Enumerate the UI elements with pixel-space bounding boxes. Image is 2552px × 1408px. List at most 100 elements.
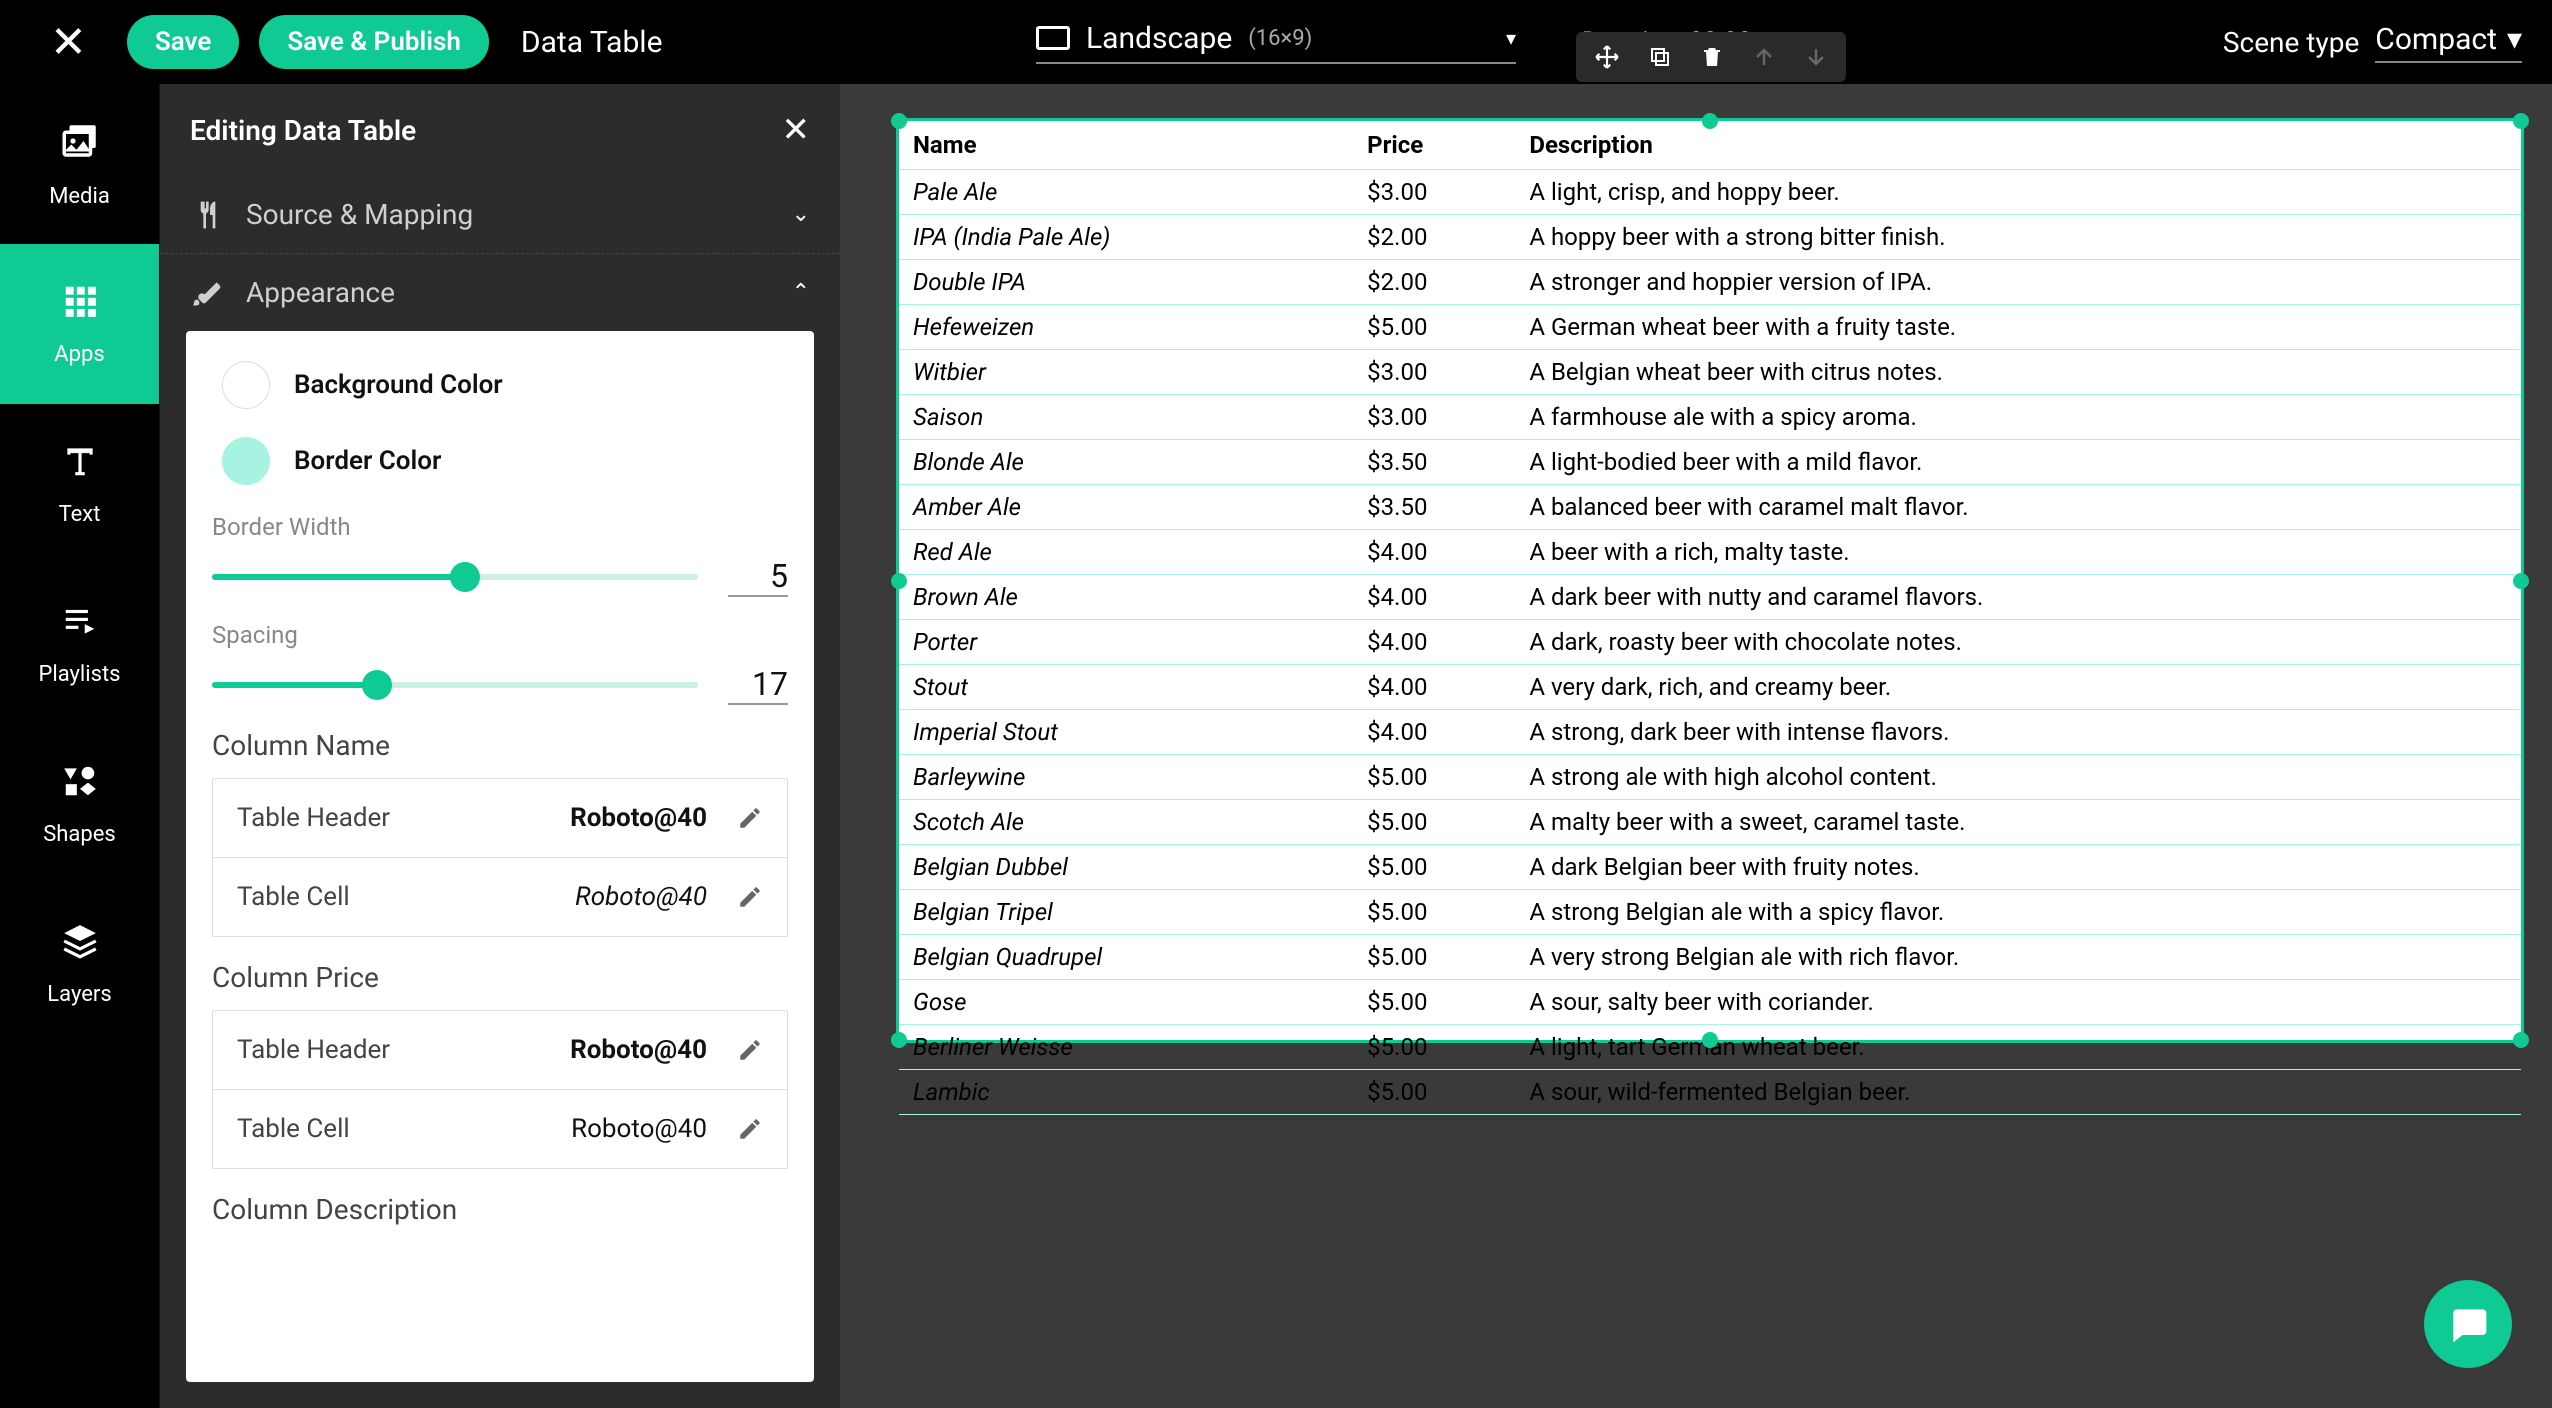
accordion-appearance[interactable]: Appearance ⌃	[160, 254, 840, 331]
column-section-title: Column Name	[212, 729, 788, 762]
table-cell: $5.00	[1353, 935, 1515, 980]
border-width-slider[interactable]	[212, 574, 698, 580]
resize-handle[interactable]	[2513, 113, 2529, 129]
sidebar-item-layers[interactable]: Layers	[0, 884, 159, 1044]
edit-icon[interactable]	[737, 805, 763, 831]
edit-icon[interactable]	[737, 1116, 763, 1142]
move-icon[interactable]	[1594, 44, 1620, 70]
canvas[interactable]: NamePriceDescription Pale Ale$3.00A ligh…	[840, 84, 2552, 1408]
table-cell: A very dark, rich, and creamy beer.	[1515, 665, 2521, 710]
table-header-cell: Price	[1353, 121, 1515, 170]
editing-panel: Editing Data Table ✕ Source & Mapping ⌄ …	[160, 84, 840, 1408]
orientation-selector[interactable]: Landscape (16×9) ▾	[1036, 21, 1516, 64]
close-panel-icon[interactable]: ✕	[782, 110, 811, 150]
table-cell: A Belgian wheat beer with citrus notes.	[1515, 350, 2521, 395]
table-cell: A German wheat beer with a fruity taste.	[1515, 305, 2521, 350]
border-color-swatch[interactable]	[222, 437, 270, 485]
resize-handle[interactable]	[891, 113, 907, 129]
table-cell: Gose	[899, 980, 1353, 1025]
table-row: Barleywine$5.00A strong ale with high al…	[899, 755, 2521, 800]
spacing-slider[interactable]	[212, 682, 698, 688]
table-cell: Witbier	[899, 350, 1353, 395]
table-cell: Pale Ale	[899, 170, 1353, 215]
chevron-down-icon: ▾	[2507, 22, 2522, 57]
resize-handle[interactable]	[1702, 1032, 1718, 1048]
playlist-icon	[61, 602, 99, 650]
chat-button[interactable]	[2424, 1280, 2512, 1368]
table-cell: Amber Ale	[899, 485, 1353, 530]
sidebar-item-label: Text	[59, 502, 101, 527]
slider-thumb[interactable]	[450, 562, 480, 592]
table-cell: Blonde Ale	[899, 440, 1353, 485]
scene-type-label: Scene type	[2223, 26, 2359, 59]
table-cell: A malty beer with a sweet, caramel taste…	[1515, 800, 2521, 845]
sidebar-item-text[interactable]: Text	[0, 404, 159, 564]
table-cell: A dark beer with nutty and caramel flavo…	[1515, 575, 2521, 620]
table-cell: A light-bodied beer with a mild flavor.	[1515, 440, 2521, 485]
table-cell: Red Ale	[899, 530, 1353, 575]
scene-type-selector[interactable]: Scene type Compact ▾	[2223, 22, 2522, 63]
data-table-widget[interactable]: NamePriceDescription Pale Ale$3.00A ligh…	[896, 118, 2524, 1043]
orientation-label: Landscape	[1086, 21, 1232, 56]
table-cell: A stronger and hoppier version of IPA.	[1515, 260, 2521, 305]
close-icon[interactable]: ✕	[30, 16, 107, 68]
table-cell: $5.00	[1353, 800, 1515, 845]
table-cell: A light, crisp, and hoppy beer.	[1515, 170, 2521, 215]
resize-handle[interactable]	[2513, 573, 2529, 589]
table-cell: $5.00	[1353, 1025, 1515, 1070]
edit-icon[interactable]	[737, 884, 763, 910]
chevron-down-icon: ⌄	[792, 202, 810, 227]
sidebar-item-media[interactable]: Media	[0, 84, 159, 244]
table-cell: $5.00	[1353, 980, 1515, 1025]
background-color-swatch[interactable]	[222, 361, 270, 409]
accordion-label: Source & Mapping	[246, 198, 772, 231]
table-cell: Lambic	[899, 1070, 1353, 1115]
sidebar-item-shapes[interactable]: Shapes	[0, 724, 159, 884]
table-cell: A hoppy beer with a strong bitter finish…	[1515, 215, 2521, 260]
border-width-value[interactable]: 5	[728, 557, 788, 597]
table-row: Double IPA$2.00A stronger and hoppier ve…	[899, 260, 2521, 305]
resize-handle[interactable]	[891, 1032, 907, 1048]
table-row: Hefeweizen$5.00A German wheat beer with …	[899, 305, 2521, 350]
table-row: Witbier$3.00A Belgian wheat beer with ci…	[899, 350, 2521, 395]
table-cell: A sour, wild-fermented Belgian beer.	[1515, 1070, 2521, 1115]
resize-handle[interactable]	[891, 573, 907, 589]
sidebar-item-label: Playlists	[38, 662, 120, 687]
accordion-source-mapping[interactable]: Source & Mapping ⌄	[160, 176, 840, 254]
save-button[interactable]: Save	[127, 15, 240, 69]
table-row: Belgian Dubbel$5.00A dark Belgian beer w…	[899, 845, 2521, 890]
table-cell: Berliner Weisse	[899, 1025, 1353, 1070]
appearance-settings: Background Color Border Color Border Wid…	[186, 331, 814, 1382]
slider-thumb[interactable]	[362, 670, 392, 700]
resize-handle[interactable]	[1702, 113, 1718, 129]
table-cell: Saison	[899, 395, 1353, 440]
font-row-key: Table Cell	[237, 1114, 571, 1144]
font-settings-card: Table HeaderRoboto@40Table CellRoboto@40	[212, 778, 788, 937]
spacing-value[interactable]: 17	[728, 665, 788, 705]
trash-icon[interactable]	[1700, 45, 1724, 69]
font-row-key: Table Cell	[237, 882, 575, 912]
table-cell: Porter	[899, 620, 1353, 665]
sidebar-item-apps[interactable]: Apps	[0, 244, 159, 404]
landscape-icon	[1036, 26, 1070, 50]
layers-icon	[61, 922, 99, 970]
table-cell: $3.00	[1353, 350, 1515, 395]
table-cell: Double IPA	[899, 260, 1353, 305]
table-row: Brown Ale$4.00A dark beer with nutty and…	[899, 575, 2521, 620]
copy-icon[interactable]	[1648, 45, 1672, 69]
chevron-down-icon: ▾	[1506, 26, 1516, 50]
table-cell: Belgian Tripel	[899, 890, 1353, 935]
table-row: Porter$4.00A dark, roasty beer with choc…	[899, 620, 2521, 665]
sidebar-item-playlists[interactable]: Playlists	[0, 564, 159, 724]
save-publish-button[interactable]: Save & Publish	[259, 15, 489, 69]
arrow-down-icon[interactable]	[1804, 45, 1828, 69]
font-row-value: Roboto@40	[570, 803, 707, 833]
table-header-cell: Name	[899, 121, 1353, 170]
edit-icon[interactable]	[737, 1037, 763, 1063]
table-cell: A beer with a rich, malty taste.	[1515, 530, 2521, 575]
resize-handle[interactable]	[2513, 1032, 2529, 1048]
table-row: IPA (India Pale Ale)$2.00A hoppy beer wi…	[899, 215, 2521, 260]
table-cell: $3.50	[1353, 440, 1515, 485]
table-cell: $5.00	[1353, 845, 1515, 890]
arrow-up-icon[interactable]	[1752, 45, 1776, 69]
